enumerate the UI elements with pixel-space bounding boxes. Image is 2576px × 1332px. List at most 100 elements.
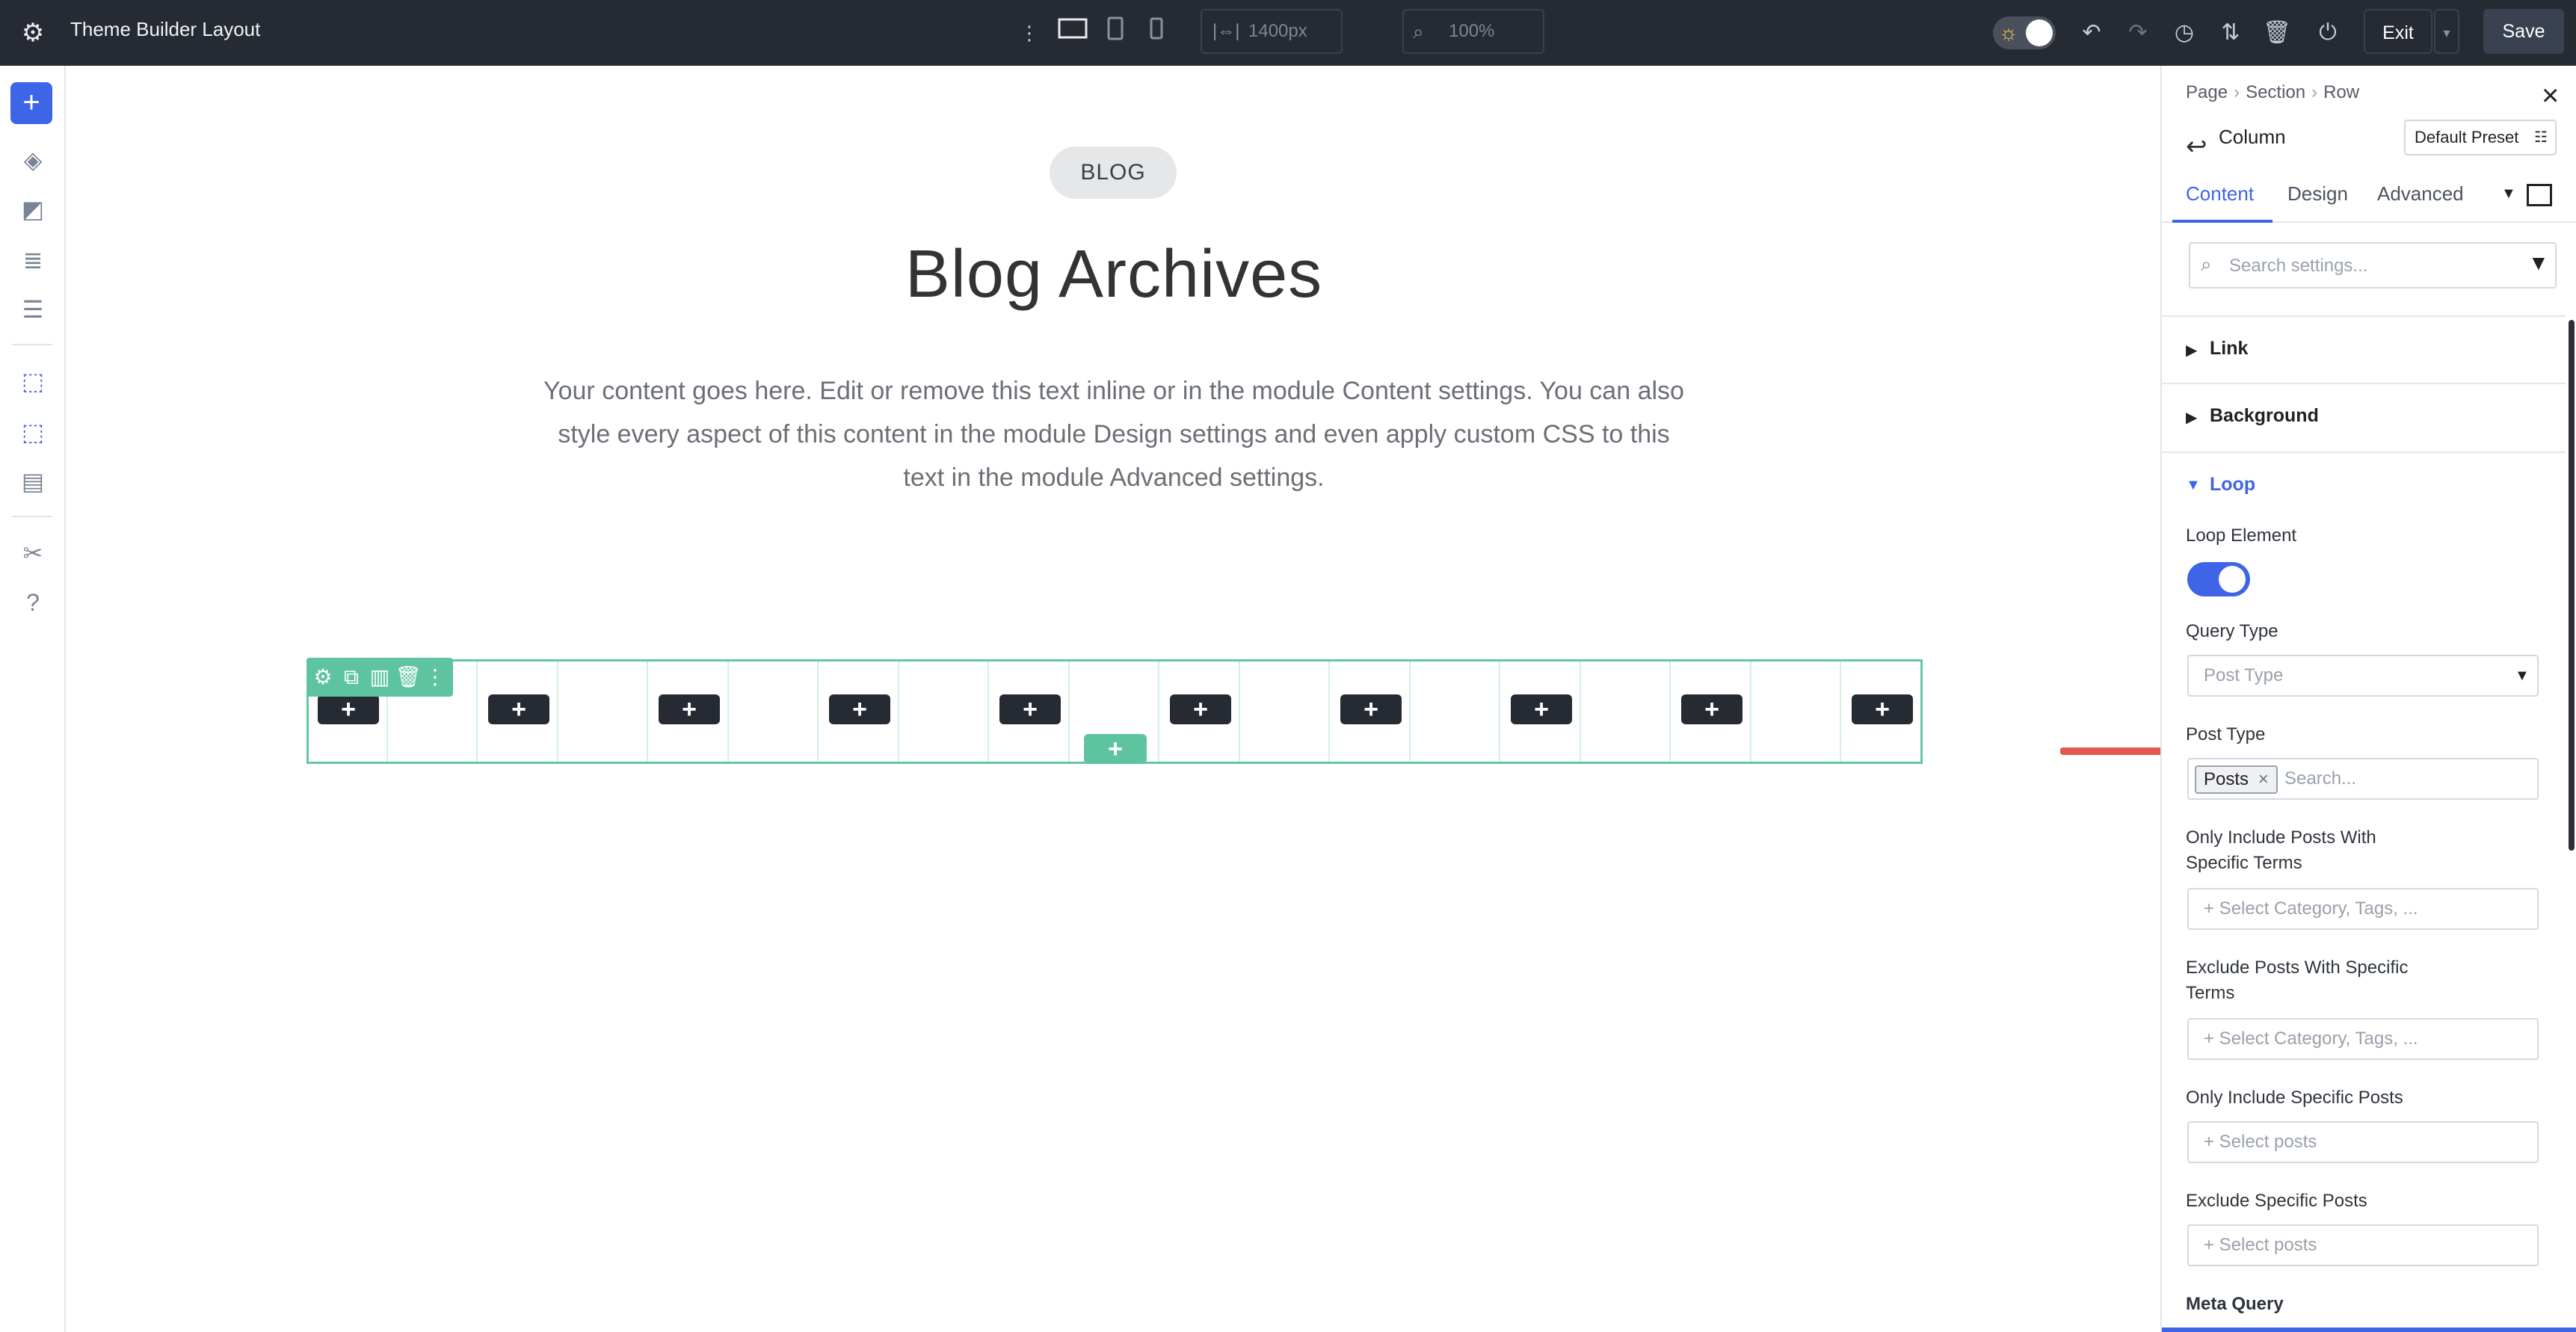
add-module-in-column-button[interactable]: +: [1511, 694, 1572, 724]
section-loop-label: Loop: [2210, 474, 2256, 495]
tools-icon[interactable]: ✂: [13, 534, 52, 573]
preset-label: Default Preset: [2415, 128, 2519, 147]
blog-pill-button[interactable]: BLOG: [1050, 147, 1177, 199]
section-link[interactable]: ▶ Link: [2162, 315, 2566, 384]
database-icon[interactable]: ≣: [13, 241, 52, 280]
page-heading[interactable]: Blog Archives: [740, 236, 1488, 313]
post-type-chip[interactable]: Posts ×: [2195, 765, 2278, 794]
design-library-icon[interactable]: ◩: [13, 190, 52, 229]
tab-state-box-icon[interactable]: [2527, 184, 2552, 206]
column-divider: [898, 662, 899, 762]
add-row-button[interactable]: +: [1084, 734, 1147, 764]
breadcrumb: Page › Section › Row: [2186, 82, 2359, 103]
exclude-posts-label: Exclude Specific Posts: [2186, 1191, 2367, 1211]
add-module-in-column-button[interactable]: +: [829, 694, 890, 724]
panel-bottom-bar: [2162, 1328, 2576, 1332]
add-module-in-column-button[interactable]: +: [488, 694, 549, 724]
save-button[interactable]: Save: [2483, 9, 2564, 54]
loop-builder-icon[interactable]: ⬚: [13, 362, 52, 401]
only-include-posts-select[interactable]: + Select posts: [2187, 1121, 2539, 1163]
filter-icon[interactable]: ▼: [2528, 251, 2549, 275]
add-module-in-column-button[interactable]: +: [318, 694, 379, 724]
exclude-terms-label-line1: Exclude Posts With Specific: [2186, 958, 2409, 978]
preset-dropdown[interactable]: Default Preset ☷: [2404, 120, 2557, 155]
loop-element-toggle[interactable]: [2187, 562, 2250, 596]
sidebar-divider: [12, 344, 52, 345]
canvas-width-input[interactable]: |⇔| 1400px: [1201, 9, 1343, 54]
column-divider: [817, 662, 819, 762]
row-settings-gear-icon[interactable]: ⚙: [309, 662, 336, 692]
section-background[interactable]: ▶ Background: [2162, 384, 2566, 453]
page-settings-icon[interactable]: ☰: [13, 290, 52, 329]
width-value: 1400px: [1248, 21, 1307, 41]
search-settings-input[interactable]: ⌕ Search settings... ▼: [2189, 242, 2557, 289]
active-tab-indicator: [2172, 220, 2273, 223]
help-icon[interactable]: ?: [13, 583, 52, 622]
add-module-in-column-button[interactable]: +: [1170, 694, 1231, 724]
breadcrumb-row[interactable]: Row: [2323, 82, 2359, 102]
tab-design[interactable]: Design: [2287, 182, 2348, 206]
row-duplicate-icon[interactable]: ⧉: [338, 662, 365, 692]
theme-toggle[interactable]: ☼: [1993, 16, 2056, 49]
add-module-in-column-button[interactable]: +: [1681, 694, 1743, 724]
column-divider: [1499, 662, 1500, 762]
power-icon[interactable]: ⏻: [2311, 16, 2344, 49]
loop-query-icon[interactable]: ⬚: [13, 413, 52, 451]
exclude-terms-select[interactable]: + Select Category, Tags, ...: [2187, 1018, 2539, 1060]
expand-triangle-icon: ▶: [2186, 410, 2198, 426]
panel-scrollbar[interactable]: [2569, 320, 2575, 851]
sun-icon: ☼: [1999, 21, 2018, 44]
post-type-label: Post Type: [2186, 724, 2266, 744]
add-module-in-column-button[interactable]: +: [999, 694, 1061, 724]
tab-advanced[interactable]: Advanced: [2377, 182, 2464, 206]
add-module-in-column-button[interactable]: +: [1340, 694, 1402, 724]
row-more-icon[interactable]: ⋮: [422, 662, 449, 692]
preset-sliders-icon: ☷: [2534, 129, 2548, 146]
exclude-posts-select[interactable]: + Select posts: [2187, 1224, 2539, 1266]
exit-button[interactable]: Exit: [2364, 9, 2432, 54]
chip-remove-icon[interactable]: ×: [2258, 769, 2269, 789]
settings-gear-icon[interactable]: ⚙: [19, 19, 46, 46]
query-type-label: Query Type: [2186, 621, 2278, 641]
layers-icon[interactable]: ◈: [13, 141, 52, 179]
builder-canvas: BLOG Blog Archives Your content goes her…: [67, 66, 2160, 1332]
only-include-terms-label-line1: Only Include Posts With: [2186, 827, 2376, 848]
desktop-view-icon[interactable]: [1056, 16, 1090, 49]
row-columns-icon[interactable]: ▥: [366, 662, 393, 692]
sort-arrows-icon[interactable]: ⇅: [2214, 16, 2247, 49]
exclude-terms-label-line2: Terms: [2186, 983, 2235, 1003]
post-type-multiselect[interactable]: Posts × Search...: [2187, 758, 2539, 800]
body-text[interactable]: Your content goes here. Edit or remove t…: [538, 369, 1689, 499]
history-icon[interactable]: ◷: [2168, 16, 2201, 49]
breadcrumb-page[interactable]: Page: [2186, 82, 2228, 102]
redo-icon[interactable]: ↷: [2121, 16, 2154, 49]
add-module-in-column-button[interactable]: +: [659, 694, 720, 724]
width-icon: |⇔|: [1212, 21, 1240, 41]
close-icon[interactable]: ×: [2542, 81, 2559, 111]
zoom-input[interactable]: ⌕ 100%: [1402, 9, 1544, 54]
undo-icon[interactable]: ↶: [2075, 16, 2108, 49]
search-icon: ⌕: [2201, 253, 2212, 275]
left-sidebar: + ◈ ◩ ≣ ☰ ⬚ ⬚ ▤ ✂ ?: [0, 66, 66, 1332]
row-delete-icon[interactable]: 🗑: [395, 662, 422, 692]
column-divider: [1158, 662, 1159, 762]
tab-content[interactable]: Content: [2186, 182, 2254, 206]
query-type-select[interactable]: Post Type ▼: [2187, 655, 2539, 697]
add-module-in-column-button[interactable]: +: [1852, 694, 1913, 724]
tablet-view-icon[interactable]: [1102, 16, 1129, 49]
column-divider: [1409, 662, 1411, 762]
annotation-arrow-icon: [2060, 747, 2160, 755]
zoom-value: 100%: [1449, 21, 1495, 41]
exit-dropdown-chevron-icon[interactable]: ▾: [2434, 9, 2459, 54]
more-vertical-icon[interactable]: ⋮: [1020, 16, 1039, 49]
phone-view-icon[interactable]: [1144, 16, 1169, 49]
trash-icon[interactable]: 🗑: [2261, 16, 2293, 49]
section-loop[interactable]: ▼ Loop: [2162, 453, 2566, 522]
tabs-dropdown-icon[interactable]: ▼: [2501, 185, 2516, 203]
template-preview-icon[interactable]: ▤: [13, 462, 52, 501]
breadcrumb-section[interactable]: Section: [2246, 82, 2305, 102]
exclude-terms-label: Exclude Posts With Specific Terms: [2186, 955, 2408, 1006]
add-module-button[interactable]: +: [10, 82, 52, 124]
back-arrow-icon[interactable]: ↩: [2186, 132, 2207, 161]
only-include-terms-select[interactable]: + Select Category, Tags, ...: [2187, 888, 2539, 930]
